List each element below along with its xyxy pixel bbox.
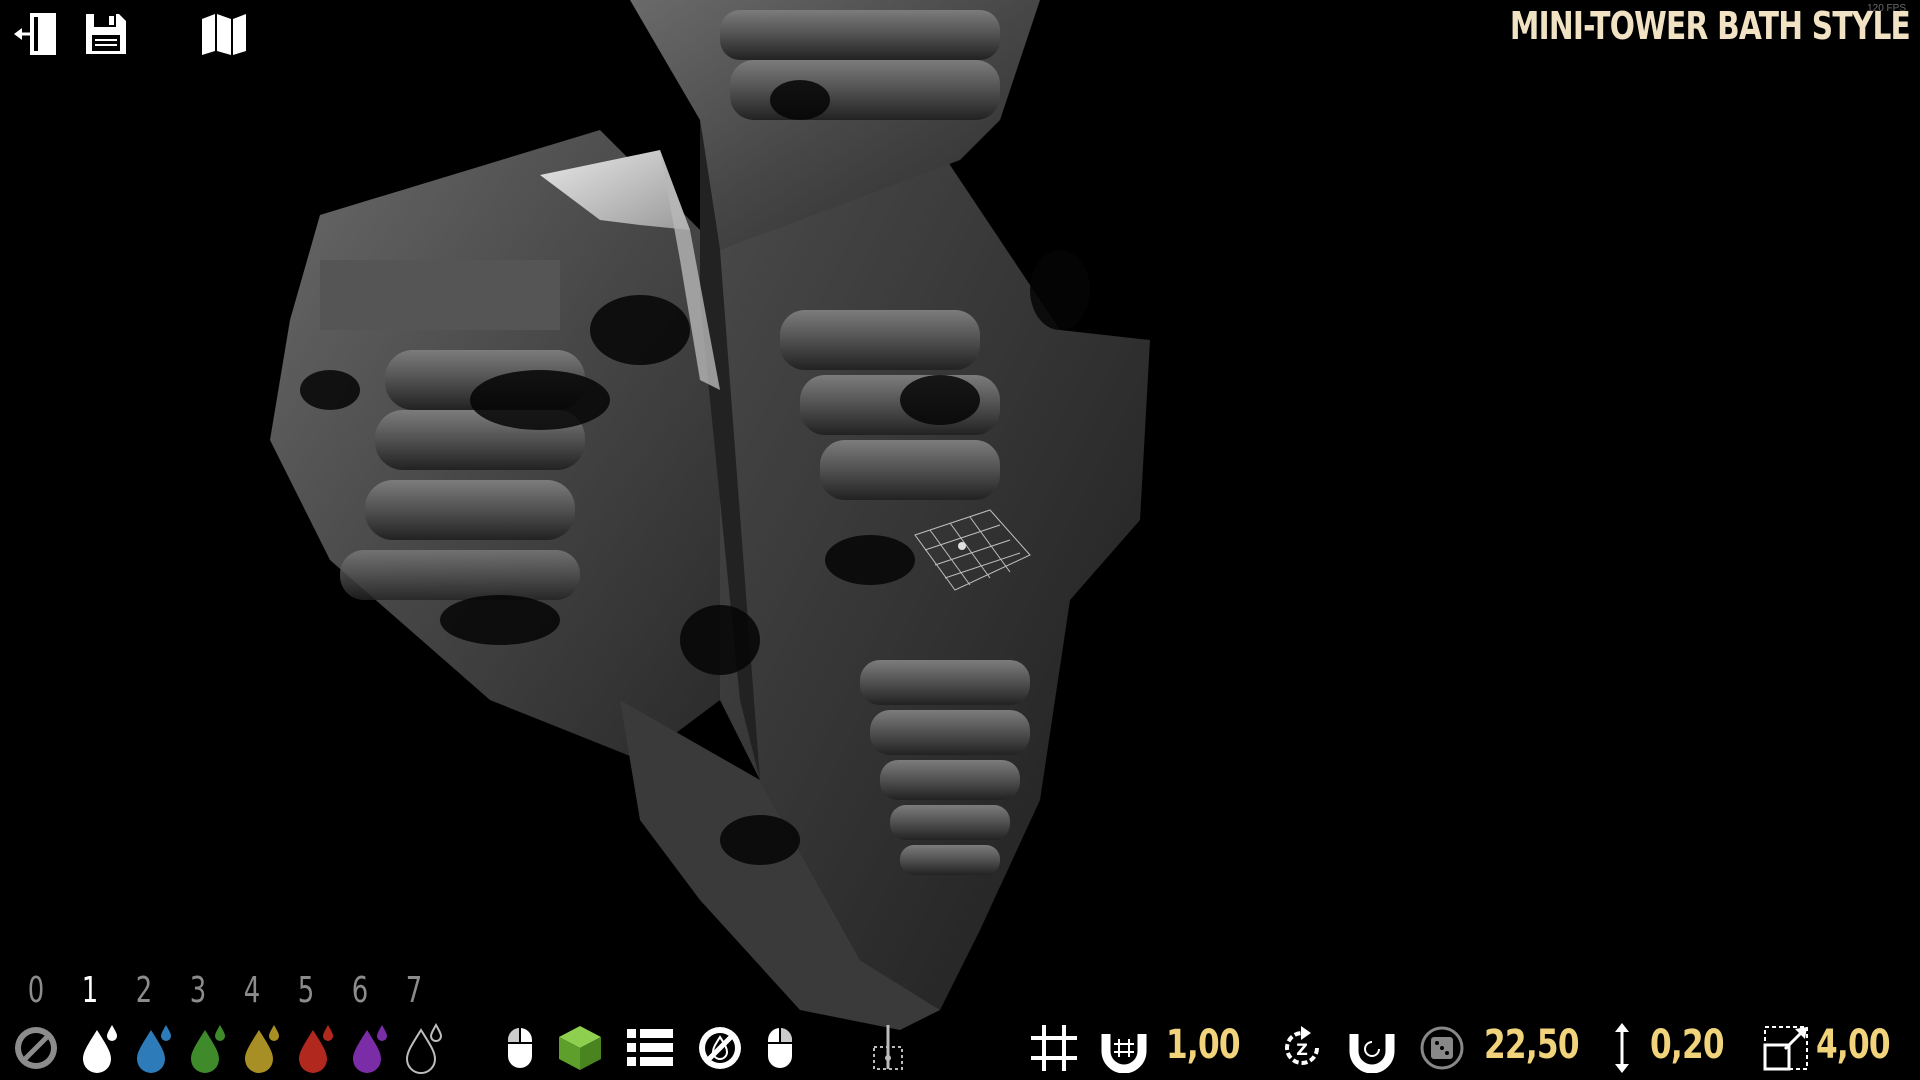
grid-snap-button[interactable] [1096, 1020, 1152, 1076]
height-offset-value: 0,20 [1650, 1022, 1725, 1068]
scale-button[interactable] [1758, 1020, 1814, 1076]
mouse-right-button[interactable] [752, 1020, 808, 1076]
paint-drop-purple-icon [353, 1025, 387, 1073]
mouse-right-icon [768, 1028, 792, 1068]
scale-resize-icon [1763, 1026, 1808, 1071]
scale-value: 4,00 [1816, 1022, 1891, 1068]
paint-drop-blue-icon [137, 1025, 171, 1073]
paint-slot-4[interactable] [234, 1020, 290, 1076]
paint-slot-1[interactable] [72, 1020, 128, 1076]
grid-hash-icon [1031, 1025, 1077, 1071]
vertical-arrows-icon [1615, 1023, 1629, 1073]
rotate-z-icon: Z [1285, 1026, 1319, 1065]
magnet-rotate-icon [1349, 1027, 1395, 1073]
slot-number-active: 1 [81, 970, 99, 1011]
height-offset-button[interactable] [1594, 1020, 1650, 1076]
mouse-left-button[interactable] [492, 1020, 548, 1076]
axis-pivot-button[interactable] [860, 1020, 916, 1076]
3d-scene[interactable] [0, 0, 1920, 1080]
paint-slot-2[interactable] [126, 1020, 182, 1076]
paint-drop-red-icon [299, 1025, 333, 1073]
svg-text:Z: Z [1296, 1040, 1308, 1059]
page-title: MINI-TOWER BATH STYLE [1509, 4, 1911, 48]
paint-drop-green-icon [191, 1025, 225, 1073]
paint-drop-yellow-icon [245, 1025, 279, 1073]
paint-drop-outline-icon [405, 1022, 443, 1074]
save-button[interactable] [78, 8, 134, 60]
slot-number: 3 [189, 970, 207, 1011]
mouse-left-icon [508, 1028, 532, 1068]
slot-number: 6 [351, 970, 369, 1011]
paint-slot-0[interactable] [8, 1020, 64, 1076]
paint-slot-5[interactable] [288, 1020, 344, 1076]
floppy-save-icon [86, 14, 126, 54]
dice-rotate-icon [1420, 1026, 1464, 1070]
rotation-axis-button[interactable]: Z [1274, 1020, 1330, 1076]
no-paint-circle-icon [15, 1027, 57, 1069]
grid-snap-value: 1,00 [1166, 1022, 1241, 1068]
game-viewport[interactable]: 120 FPS MINI-TOWER BATH STYLE 0 1 2 3 4 … [0, 0, 1920, 1080]
list-button[interactable] [622, 1020, 678, 1076]
axis-pivot-icon [873, 1025, 903, 1070]
paint-slot-6[interactable] [342, 1020, 398, 1076]
slot-number: 4 [243, 970, 261, 1011]
block-selector-button[interactable] [552, 1020, 608, 1076]
map-button[interactable] [196, 8, 252, 60]
slot-number: 5 [297, 970, 315, 1011]
magnet-grid-icon [1101, 1027, 1147, 1073]
map-icon [202, 14, 246, 55]
exit-button[interactable] [8, 8, 64, 60]
no-paint-button[interactable] [692, 1020, 748, 1076]
paint-slot-7[interactable] [396, 1020, 452, 1076]
rotation-snap-button[interactable] [1344, 1020, 1400, 1076]
paint-slot-numbers: 0 1 2 3 4 5 6 7 [18, 970, 448, 1014]
slot-number: 0 [27, 970, 45, 1011]
slot-number: 2 [135, 970, 153, 1011]
paint-drop-white-icon [83, 1025, 117, 1073]
grid-toggle-button[interactable] [1026, 1020, 1082, 1076]
green-cube-icon [559, 1026, 601, 1070]
slot-number: 7 [405, 970, 423, 1011]
random-rotation-button[interactable] [1414, 1020, 1470, 1076]
paint-slot-3[interactable] [180, 1020, 236, 1076]
exit-door-icon [14, 13, 56, 55]
no-paint-icon [699, 1027, 741, 1069]
rotation-snap-value: 22,50 [1484, 1022, 1580, 1068]
list-icon [627, 1029, 673, 1066]
